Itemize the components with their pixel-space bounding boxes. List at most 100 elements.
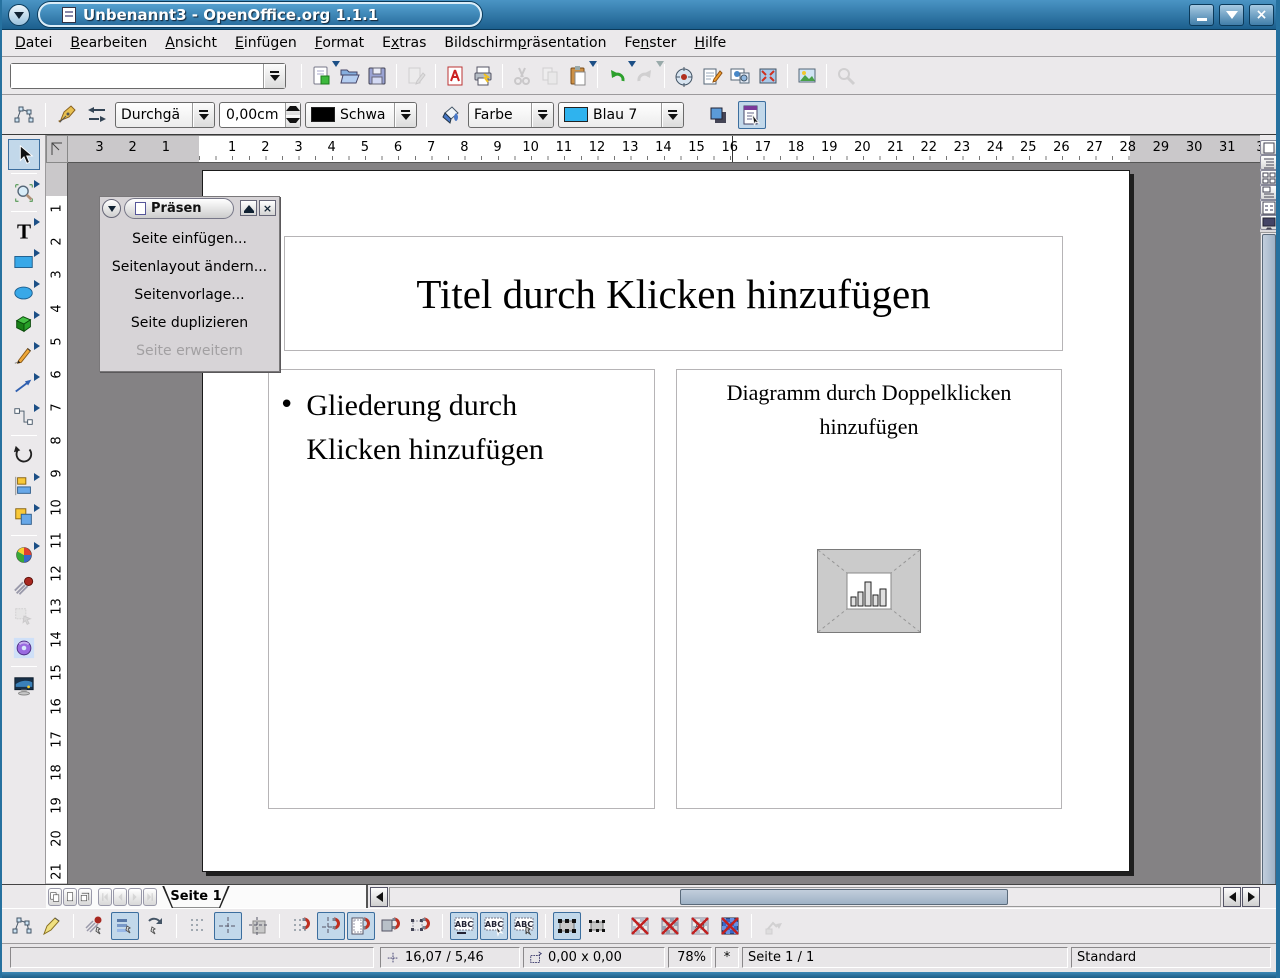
zoom-icon[interactable]	[754, 62, 782, 90]
horizontal-scrollbar-thumb[interactable]	[680, 889, 1008, 905]
status-template-field[interactable]: Standard	[1071, 947, 1271, 968]
fill-style-combo[interactable]: Farbe	[468, 102, 554, 128]
vertical-scrollbar-thumb[interactable]	[1262, 234, 1276, 904]
slide-page[interactable]: Titel durch Klicken hinzufügen • Glieder…	[202, 170, 1130, 872]
ruler-corner[interactable]	[46, 135, 68, 163]
3d-objects-tool-icon[interactable]	[8, 308, 40, 339]
navigator-icon[interactable]	[670, 62, 698, 90]
arrange-tool-icon[interactable]	[8, 501, 40, 532]
palette-close-button[interactable]: ×	[259, 200, 276, 216]
text-tool-icon[interactable]: T	[8, 215, 40, 246]
menu-extras[interactable]: Extras	[373, 32, 435, 54]
title-placeholder[interactable]: Titel durch Klicken hinzufügen	[284, 236, 1063, 351]
line-contour-icon[interactable]	[716, 912, 744, 940]
show-snap-lines-icon[interactable]	[214, 912, 242, 940]
snap-to-snap-lines-icon[interactable]	[317, 912, 345, 940]
vertical-ruler[interactable]: 123456789101112131415161718192021	[46, 163, 68, 884]
url-input[interactable]	[11, 64, 263, 88]
arrow-ends-icon[interactable]	[83, 101, 111, 129]
snap-to-object-points-icon[interactable]	[407, 912, 435, 940]
scroll-left-button[interactable]	[370, 887, 388, 907]
spin-down-button[interactable]	[286, 115, 300, 127]
presentation-tool-icon[interactable]	[8, 670, 40, 701]
menu-hilfe[interactable]: Hilfe	[685, 32, 735, 54]
undo-icon[interactable]	[603, 62, 631, 90]
snap-to-grid-icon[interactable]	[287, 912, 315, 940]
pen-icon[interactable]	[53, 101, 81, 129]
maximize-button[interactable]	[1219, 4, 1244, 26]
new-document-icon[interactable]	[307, 62, 335, 90]
palette-item-1[interactable]: Seite einfügen...	[100, 225, 279, 253]
snap-to-margins-icon[interactable]	[347, 912, 375, 940]
open-icon[interactable]	[335, 62, 363, 90]
close-button[interactable]: ×	[1249, 4, 1274, 26]
fill-color-dropdown-button[interactable]	[661, 103, 683, 127]
url-dropdown-button[interactable]	[263, 64, 285, 88]
connector-tool-icon[interactable]	[8, 401, 40, 432]
layer-mode-icon[interactable]	[78, 888, 92, 906]
alignment-tool-icon[interactable]	[8, 470, 40, 501]
fill-color-combo[interactable]: Blau 7	[558, 102, 684, 128]
stylist-icon[interactable]	[698, 62, 726, 90]
guides-when-moving-icon[interactable]	[244, 912, 272, 940]
line-style-dropdown-button[interactable]	[192, 103, 214, 127]
palette-item-2[interactable]: Seitenlayout ändern...	[100, 253, 279, 281]
ellipse-tool-icon[interactable]	[8, 277, 40, 308]
chart-place-icon[interactable]	[817, 549, 921, 633]
rectangle-tool-icon[interactable]	[8, 246, 40, 277]
minimize-button[interactable]	[1189, 4, 1214, 26]
double-click-edit-text-icon[interactable]: ABC	[510, 912, 538, 940]
curve-tool-icon[interactable]	[8, 339, 40, 370]
text-placeholder-icon[interactable]: AB	[686, 912, 714, 940]
picture-placeholder-icon[interactable]	[626, 912, 654, 940]
select-tool-icon[interactable]	[8, 139, 40, 170]
page-mode-icon[interactable]	[63, 888, 77, 906]
contour-placeholder-icon[interactable]	[656, 912, 684, 940]
system-menu-button[interactable]	[8, 4, 30, 26]
quick-edit-icon[interactable]: ABC	[450, 912, 478, 940]
large-handles-icon[interactable]	[583, 912, 611, 940]
menu-fenster[interactable]: Fenster	[616, 32, 686, 54]
snap-to-object-border-icon[interactable]	[377, 912, 405, 940]
slide-canvas[interactable]: Titel durch Klicken hinzufügen • Glieder…	[68, 163, 1260, 884]
print-icon[interactable]	[469, 62, 497, 90]
page-tab[interactable]: Seite 1	[162, 886, 230, 909]
effects-tool-icon[interactable]	[8, 570, 40, 601]
horizontal-ruler[interactable]: 3211234567891011121314151617181920212223…	[68, 135, 1260, 163]
shadow-icon[interactable]	[704, 101, 732, 129]
gallery-icon[interactable]	[726, 62, 754, 90]
insert-tool-icon[interactable]	[8, 539, 40, 570]
rotate-tool-icon[interactable]	[8, 439, 40, 470]
status-size-field[interactable]: 0,00 x 0,00	[523, 947, 665, 968]
rotation-mode-icon[interactable]	[38, 912, 66, 940]
spin-up-button[interactable]	[286, 103, 300, 115]
palette-item-4[interactable]: Seite duplizieren	[100, 309, 279, 337]
menu-bearbeiten[interactable]: Bearbeiten	[61, 32, 156, 54]
palette-item-3[interactable]: Seitenvorlage...	[100, 281, 279, 309]
fill-style-dropdown-button[interactable]	[531, 103, 553, 127]
3d-controller-tool-icon[interactable]	[8, 632, 40, 663]
effects-window-icon[interactable]	[81, 912, 109, 940]
scroll-right-button[interactable]	[1242, 887, 1260, 907]
palette-title-bar[interactable]: Präsen ×	[100, 197, 279, 222]
design-mode-icon[interactable]	[738, 101, 766, 129]
palette-menu-button[interactable]	[102, 199, 121, 218]
palette-rollup-button[interactable]	[240, 200, 257, 216]
select-text-area-icon[interactable]: ABC	[480, 912, 508, 940]
paste-icon[interactable]	[564, 62, 592, 90]
status-zoom-field[interactable]: 78%	[668, 947, 712, 968]
simple-handles-icon[interactable]	[553, 912, 581, 940]
edit-points-icon[interactable]	[10, 101, 38, 129]
menu-einfgen[interactable]: Einfügen	[226, 32, 306, 54]
rotate-object-icon[interactable]	[141, 912, 169, 940]
show-grid-icon[interactable]	[184, 912, 212, 940]
dropdown-arrow-icon[interactable]	[656, 61, 664, 67]
menu-bildschirmprsentation[interactable]: Bildschirmpräsentation	[435, 32, 615, 54]
menu-datei[interactable]: Datei	[6, 32, 61, 54]
pages-mode-icon[interactable]	[48, 888, 62, 906]
status-position-field[interactable]: 16,07 / 5,46	[380, 947, 520, 968]
outline-placeholder[interactable]: • Gliederung durch Klicken hinzufügen	[268, 369, 655, 809]
scroll-left-button-2[interactable]	[1223, 887, 1241, 907]
fill-style-icon[interactable]	[436, 101, 464, 129]
horizontal-scrollbar-track[interactable]	[389, 887, 1221, 907]
